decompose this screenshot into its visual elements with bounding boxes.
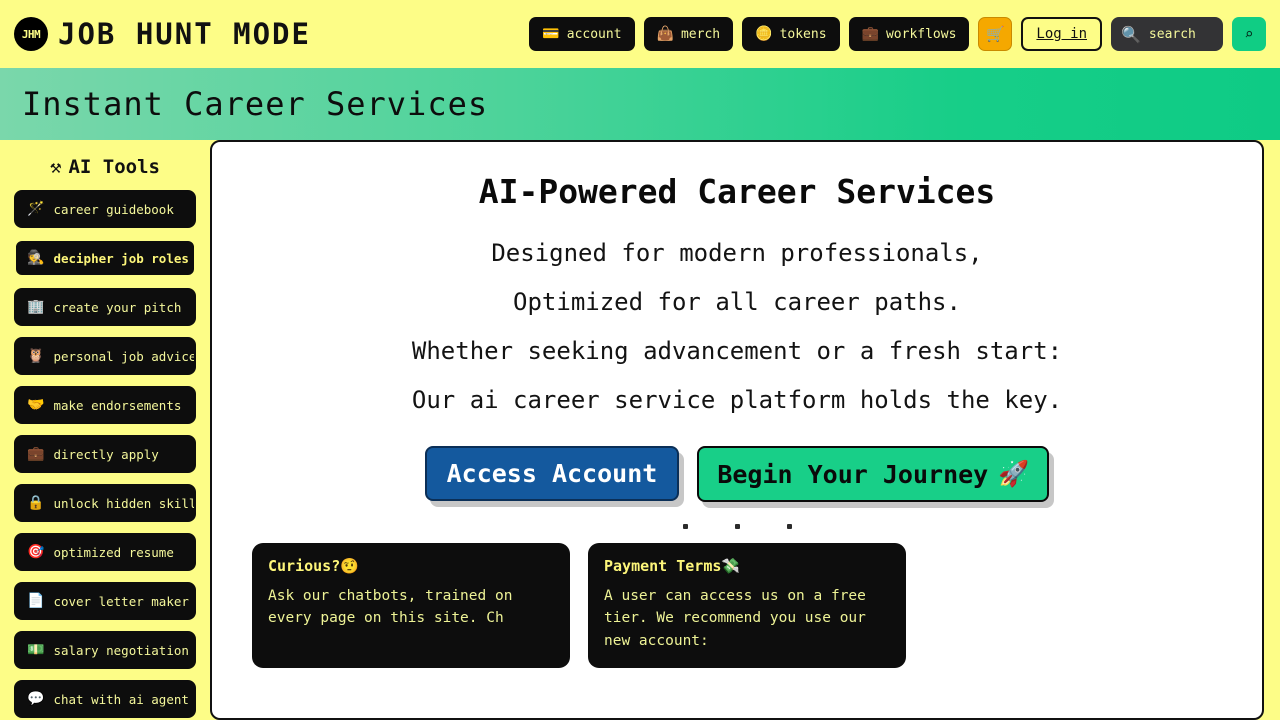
brand[interactable]: JHM JOB HUNT MODE xyxy=(14,17,311,51)
cart-button[interactable]: 🛒 xyxy=(978,17,1013,51)
sidebar-item-label: decipher job roles xyxy=(53,250,189,266)
sidebar-item-label: create your pitch xyxy=(53,299,182,315)
document-icon: 📄 xyxy=(27,593,45,609)
sidebar-heading: ⚒ AI Tools xyxy=(14,150,196,190)
shopping-bag-icon: 👜 xyxy=(656,26,674,42)
lede-line-4: Our ai career service platform holds the… xyxy=(411,386,1063,414)
info-card-curious: Curious?🤨 Ask our chatbots, trained on e… xyxy=(252,543,570,669)
nav-item-merch[interactable]: 👜 merch xyxy=(643,17,734,51)
credit-card-icon: 💳 xyxy=(542,26,560,42)
sidebar-item-unlock-hidden-skills[interactable]: 🔒 unlock hidden skills xyxy=(14,484,196,522)
body-area: ⚒ AI Tools 🪄 career guidebook 🕵 decipher… xyxy=(0,140,1280,720)
top-header: JHM JOB HUNT MODE 💳 account 👜 merch 🪙 to… xyxy=(0,0,1280,68)
card-title-label: Payment Terms xyxy=(604,557,722,575)
lede-line-3: Whether seeking advancement or a fresh s… xyxy=(411,337,1063,365)
sidebar-item-label: chat with ai agent xyxy=(53,691,189,707)
sidebar-item-personal-job-advice[interactable]: 🦉 personal job advice xyxy=(14,337,196,375)
briefcase-icon: 💼 xyxy=(861,26,879,42)
info-card-payment-terms: Payment Terms💸 A user can access us on a… xyxy=(588,543,906,669)
access-account-button[interactable]: Access Account xyxy=(424,446,680,501)
owl-icon: 🦉 xyxy=(27,348,45,364)
briefcase-icon: 💼 xyxy=(27,446,45,462)
page-banner: Instant Career Services xyxy=(0,68,1280,140)
shopping-cart-icon: 🛒 xyxy=(986,25,1005,43)
sidebar-item-label: directly apply xyxy=(53,446,159,462)
money-with-wings-icon: 💸 xyxy=(721,557,741,575)
info-card-body: A user can access us on a free tier. We … xyxy=(604,588,866,649)
lede-line-1: Designed for modern professionals, xyxy=(491,239,983,267)
nav-item-tokens-label: tokens xyxy=(779,26,827,42)
target-icon: 🎯 xyxy=(27,544,45,560)
sidebar-item-make-endorsements[interactable]: 🤝 make endorsements xyxy=(14,386,196,424)
thinking-face-icon: 🤨 xyxy=(340,557,359,575)
detective-icon: 🕵 xyxy=(27,250,45,266)
sidebar-heading-label: AI Tools xyxy=(68,156,160,178)
sidebar-item-salary-negotiation[interactable]: 💵 salary negotiation xyxy=(14,631,196,669)
carousel-dot[interactable] xyxy=(682,524,688,529)
sidebar-item-cover-letter-maker[interactable]: 📄 cover letter maker xyxy=(14,582,196,620)
brand-title: JOB HUNT MODE xyxy=(58,17,311,51)
sidebar-item-label: cover letter maker xyxy=(53,593,189,609)
nav-item-tokens[interactable]: 🪙 tokens xyxy=(742,17,840,51)
nav-item-merch-label: merch xyxy=(680,26,721,42)
main-inner: AI-Powered Career Services Designed for … xyxy=(212,142,1262,529)
sidebar-item-create-your-pitch[interactable]: 🏢 create your pitch xyxy=(14,288,196,326)
begin-journey-label: Begin Your Journey xyxy=(717,459,989,489)
sidebar-item-decipher-job-roles[interactable]: 🕵 decipher job roles xyxy=(14,239,196,277)
carousel-dot[interactable] xyxy=(786,524,792,529)
sidebar-item-label: career guidebook xyxy=(53,201,174,217)
login-button[interactable]: Log in xyxy=(1021,17,1102,51)
lede-line-2: Optimized for all career paths. xyxy=(513,288,961,316)
begin-journey-button[interactable]: Begin Your Journey 🚀 xyxy=(697,446,1050,502)
search-box[interactable]: 🔍 xyxy=(1111,17,1223,51)
info-card-title: Curious?🤨 xyxy=(268,557,554,575)
info-card-title: Payment Terms💸 xyxy=(604,557,890,575)
coin-icon: 🪙 xyxy=(755,26,773,42)
sidebar-item-label: unlock hidden skills xyxy=(53,495,196,511)
sidebar-item-optimized-resume[interactable]: 🎯 optimized resume xyxy=(14,533,196,571)
nav-item-workflows[interactable]: 💼 workflows xyxy=(848,17,970,51)
sidebar-item-directly-apply[interactable]: 💼 directly apply xyxy=(14,435,196,473)
nav-item-workflows-label: workflows xyxy=(885,26,957,42)
handshake-icon: 🤝 xyxy=(27,397,45,413)
carousel-dot[interactable] xyxy=(734,524,740,529)
money-icon: 💵 xyxy=(27,642,45,658)
page-title: AI-Powered Career Services xyxy=(478,172,996,211)
wand-icon: 🪄 xyxy=(27,201,45,217)
search-icon: 🔍 xyxy=(1121,24,1141,44)
info-cards-row: Curious?🤨 Ask our chatbots, trained on e… xyxy=(212,529,1262,669)
tools-icon: ⚒ xyxy=(50,156,62,178)
main-nav: 💳 account 👜 merch 🪙 tokens 💼 workflows 🛒… xyxy=(529,17,1266,51)
magnifier-icon: ⌕ xyxy=(1244,25,1254,43)
logo-icon: JHM xyxy=(14,17,48,51)
sidebar-item-label: salary negotiation xyxy=(53,642,189,658)
nav-item-account[interactable]: 💳 account xyxy=(529,17,635,51)
search-input[interactable] xyxy=(1148,26,1213,42)
banner-title: Instant Career Services xyxy=(22,85,489,123)
card-title-label: Curious? xyxy=(268,557,341,575)
lock-icon: 🔒 xyxy=(27,495,45,511)
sidebar-item-label: make endorsements xyxy=(53,397,182,413)
sidebar-item-career-guidebook[interactable]: 🪄 career guidebook xyxy=(14,190,196,228)
rocket-icon: 🚀 xyxy=(998,459,1030,488)
info-card-body: Ask our chatbots, trained on every page … xyxy=(268,588,513,627)
speech-bubble-icon: 💬 xyxy=(27,691,45,707)
main-content-panel: AI-Powered Career Services Designed for … xyxy=(210,140,1264,720)
sidebar-item-chat-with-ai-agent[interactable]: 💬 chat with ai agent xyxy=(14,680,196,718)
search-submit-button[interactable]: ⌕ xyxy=(1232,17,1266,51)
nav-item-account-label: account xyxy=(566,26,622,42)
office-building-icon: 🏢 xyxy=(27,299,45,315)
cta-row: Access Account Begin Your Journey 🚀 xyxy=(238,446,1236,502)
sidebar-item-label: optimized resume xyxy=(53,544,174,560)
sidebar-item-label: personal job advice xyxy=(53,348,196,364)
sidebar: ⚒ AI Tools 🪄 career guidebook 🕵 decipher… xyxy=(0,140,210,720)
